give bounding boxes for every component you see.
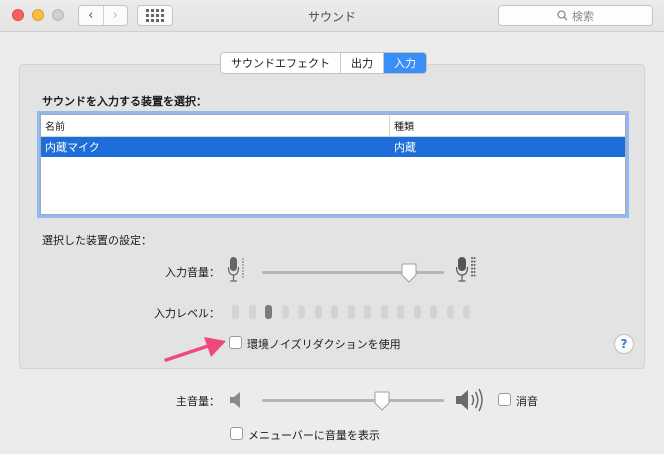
input-level-bar <box>413 305 421 319</box>
main-volume-knob[interactable] <box>374 391 390 411</box>
show-volume-in-menubar-checkbox[interactable] <box>230 427 243 440</box>
input-level-bar <box>248 305 256 319</box>
title-bar: ‹ › サウンド 検索 <box>0 0 664 32</box>
show-volume-in-menubar-label: メニューバーに音量を表示 <box>248 429 380 442</box>
input-level-bar <box>380 305 388 319</box>
mute-label: 消音 <box>516 395 538 408</box>
column-header-name[interactable]: 名前 <box>41 115 390 136</box>
search-icon <box>557 10 568 21</box>
main-volume-label: 主音量： <box>176 395 220 408</box>
tab-sound-effects[interactable]: サウンドエフェクト <box>221 53 340 73</box>
microphone-high-icon <box>456 257 476 282</box>
mute-checkbox[interactable] <box>498 393 511 406</box>
input-level-bar <box>281 305 289 319</box>
input-level-bar <box>232 305 239 319</box>
table-row[interactable]: 内蔵マイク 内蔵 <box>41 137 625 157</box>
input-level-bar <box>463 305 470 319</box>
input-level-bar <box>331 305 338 319</box>
input-level-bar <box>364 305 371 319</box>
input-level-bar <box>298 305 305 319</box>
input-level-bar <box>446 305 454 319</box>
input-level-bar <box>347 305 355 319</box>
speaker-high-icon <box>456 388 483 412</box>
input-volume-knob[interactable] <box>401 263 417 283</box>
input-level-bar <box>265 305 272 319</box>
input-level-label: 入力レベル： <box>154 307 220 320</box>
tab-input[interactable]: 入力 <box>383 53 426 73</box>
noise-reduction-checkbox[interactable] <box>229 336 242 349</box>
device-settings-label: 選択した装置の設定： <box>42 234 152 247</box>
input-level-bar <box>314 305 322 319</box>
input-panel <box>19 64 645 369</box>
device-name-cell: 内蔵マイク <box>45 141 100 154</box>
tab-output[interactable]: 出力 <box>340 53 383 73</box>
table-header: 名前 種類 <box>41 115 625 137</box>
search-field[interactable]: 検索 <box>498 5 653 26</box>
input-volume-label: 入力音量： <box>165 266 220 279</box>
search-placeholder: 検索 <box>572 9 594 23</box>
device-type-cell: 内蔵 <box>394 141 416 154</box>
noise-reduction-label: 環境ノイズリダクションを使用 <box>247 338 401 351</box>
help-button[interactable]: ? <box>614 334 634 354</box>
speaker-low-icon <box>230 392 240 408</box>
column-header-type[interactable]: 種類 <box>390 118 414 133</box>
tab-bar: サウンドエフェクト 出力 入力 <box>220 52 427 74</box>
main-volume-slider[interactable] <box>262 399 444 402</box>
input-level-bar <box>430 305 437 319</box>
device-table[interactable]: 名前 種類 内蔵マイク 内蔵 <box>40 114 626 215</box>
device-section-title: サウンドを入力する装置を選択： <box>42 95 207 108</box>
input-level-bar <box>397 305 404 319</box>
microphone-low-icon <box>228 257 244 282</box>
annotation-arrow-icon <box>164 337 226 362</box>
